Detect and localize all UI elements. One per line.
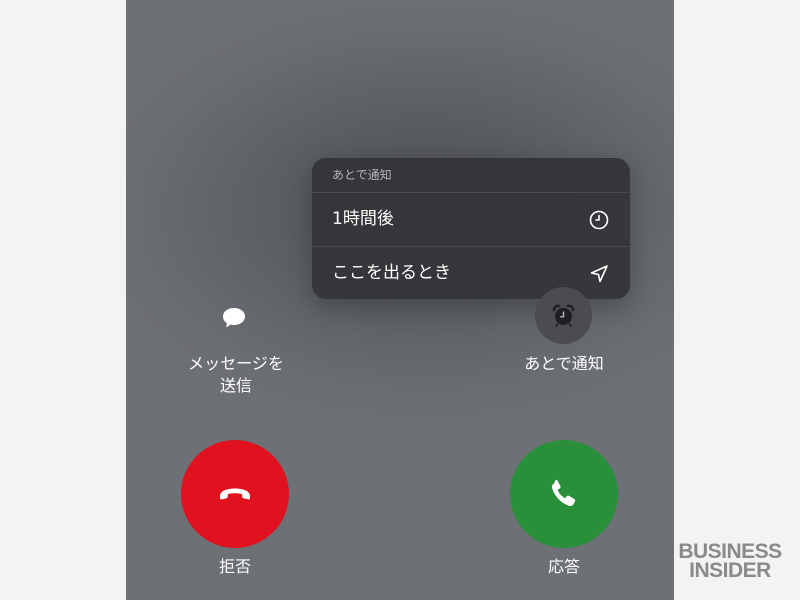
decline-call-button[interactable]	[181, 440, 289, 548]
location-arrow-icon	[590, 265, 608, 283]
incoming-call-screen: あとで通知 1時間後 ここを出るとき メッセージを 送信 あとで通知 拒否 応答	[126, 0, 674, 600]
menu-header: あとで通知	[312, 158, 630, 193]
phone-icon	[551, 479, 576, 507]
accept-call-button[interactable]	[510, 440, 618, 548]
remind-me-menu: あとで通知 1時間後 ここを出るとき	[312, 158, 630, 299]
clock-icon	[589, 210, 609, 230]
phone-hangup-icon	[220, 488, 250, 500]
menu-item-in-one-hour[interactable]: 1時間後	[312, 193, 630, 246]
remind-me-label: あとで通知	[524, 354, 604, 373]
send-message-button[interactable]: メッセージを 送信	[166, 353, 306, 397]
accept-label: 応答	[547, 557, 580, 576]
send-message-label-line1: メッセージを	[188, 354, 284, 373]
menu-item-label: 1時間後	[332, 209, 394, 229]
menu-item-label: ここを出るとき	[332, 263, 451, 283]
remind-me-button[interactable]	[535, 287, 592, 344]
decline-label: 拒否	[218, 557, 251, 576]
screenshot-stage: あとで通知 1時間後 ここを出るとき メッセージを 送信 あとで通知 拒否 応答…	[0, 0, 800, 600]
business-insider-watermark: BUSINESS INSIDER	[676, 541, 784, 582]
watermark-line2: INSIDER	[689, 559, 771, 582]
speech-bubble-icon[interactable]	[221, 305, 247, 331]
send-message-label-line2: 送信	[219, 376, 252, 395]
alarm-clock-icon	[552, 304, 575, 327]
menu-item-when-i-leave[interactable]: ここを出るとき	[312, 246, 630, 299]
